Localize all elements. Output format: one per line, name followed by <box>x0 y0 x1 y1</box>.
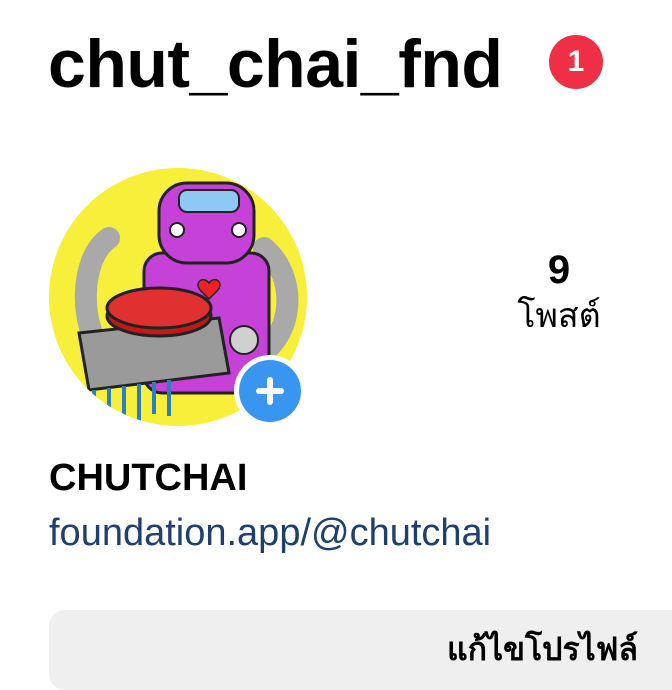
username-title[interactable]: chut_chai_fnd <box>48 24 503 104</box>
display-name: CHUTCHAI <box>49 457 248 499</box>
posts-label: โพสต์ <box>517 296 601 336</box>
notification-badge[interactable]: 1 <box>549 35 603 89</box>
posts-count: 9 <box>547 248 571 292</box>
posts-stat[interactable]: 9 โพสต์ <box>500 246 618 338</box>
avatar-container[interactable] <box>49 168 307 427</box>
edit-profile-button[interactable]: แก้ไขโปรไฟล์ <box>49 610 672 690</box>
profile-link[interactable]: foundation.app/@chutchai <box>49 510 491 556</box>
add-story-button[interactable] <box>234 355 306 427</box>
plus-icon <box>256 377 284 405</box>
